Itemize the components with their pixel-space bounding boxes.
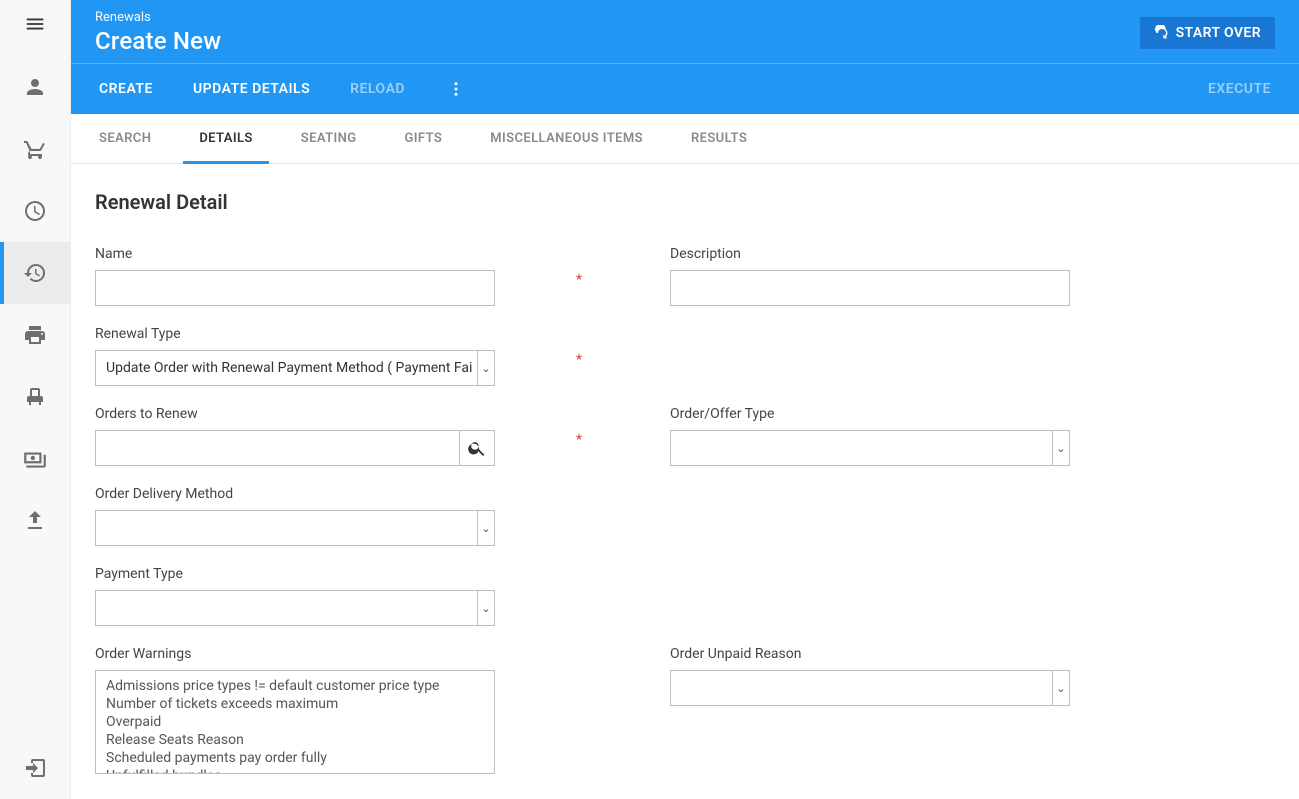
orders-to-renew-input[interactable] [95,430,459,466]
field-description: Description [670,246,1145,306]
menu-toggle[interactable] [0,0,70,48]
field-order-unpaid-reason: Order Unpaid Reason ⌄ [670,646,1145,774]
payments-icon [22,446,48,472]
tab-search[interactable]: SEARCH [95,114,155,163]
sidebar-item-pending[interactable] [0,180,70,242]
label-payment-type: Payment Type [95,566,570,582]
list-item[interactable]: Admissions price types != default custom… [96,677,494,695]
action-execute: EXECUTE [1204,73,1275,105]
tab-details[interactable]: DETAILS [195,114,256,163]
tab-misc[interactable]: MISCELLANEOUS ITEMS [486,114,647,163]
seat-icon [23,385,47,409]
action-update-details[interactable]: UPDATE DETAILS [189,73,314,105]
order-offer-type-select[interactable] [670,430,1070,466]
menu-icon [24,13,46,35]
list-item[interactable]: Release Seats Reason [96,731,494,749]
list-item[interactable]: Number of tickets exceeds maximum [96,695,494,713]
start-over-button[interactable]: START OVER [1140,17,1275,49]
breadcrumb: Renewals [95,10,221,25]
field-delivery-method: Order Delivery Method ⌄ [95,486,570,546]
action-reload: RELOAD [346,73,409,105]
form: Name * Description Renewal Type [95,246,1145,774]
name-input[interactable] [95,270,495,306]
sidebar-nav [0,56,70,552]
tab-results[interactable]: RESULTS [687,114,751,163]
orders-lookup-button[interactable] [459,430,495,466]
description-input[interactable] [670,270,1070,306]
more-actions-button[interactable] [441,74,471,104]
page-title: Create New [95,27,221,55]
label-description: Description [670,246,1145,262]
required-mark: * [576,352,582,368]
field-name: Name * [95,246,570,306]
search-icon [467,438,487,458]
list-item[interactable]: Unfulfilled bundles [96,767,494,774]
field-renewal-type: Renewal Type Update Order with Renewal P… [95,326,570,386]
field-order-warnings: Order Warnings Admissions price types !=… [95,646,570,774]
exit-icon [23,756,47,780]
field-payment-type: Payment Type ⌄ [95,566,570,626]
tab-seating[interactable]: SEATING [297,114,361,163]
required-mark: * [576,272,582,288]
subtabs: SEARCH DETAILS SEATING GIFTS MISCELLANEO… [71,114,1299,164]
header: Renewals Create New START OVER CREATE UP… [71,0,1299,114]
field-order-offer-type: Order/Offer Type ⌄ [670,406,1145,466]
sidebar [0,0,71,799]
sidebar-item-renewals[interactable] [0,242,70,304]
upload-icon [23,509,47,533]
sidebar-item-exit[interactable] [0,737,70,799]
clock-icon [23,199,47,223]
sidebar-item-print[interactable] [0,304,70,366]
required-mark: * [576,432,582,448]
history-icon [23,261,47,285]
main: Renewals Create New START OVER CREATE UP… [71,0,1299,799]
label-order-offer-type: Order/Offer Type [670,406,1145,422]
sidebar-item-account[interactable] [0,56,70,118]
label-delivery-method: Order Delivery Method [95,486,570,502]
field-orders-to-renew: Orders to Renew * [95,406,570,466]
print-icon [23,323,47,347]
label-renewal-type: Renewal Type [95,326,570,342]
action-create[interactable]: CREATE [95,73,157,105]
person-icon [23,75,47,99]
label-name: Name [95,246,570,262]
header-actions: CREATE UPDATE DETAILS RELOAD EXECUTE [71,64,1299,114]
sidebar-item-payments[interactable] [0,428,70,490]
label-order-unpaid-reason: Order Unpaid Reason [670,646,1145,662]
sidebar-item-cart[interactable] [0,118,70,180]
sidebar-item-upload[interactable] [0,490,70,552]
payment-type-select[interactable] [95,590,495,626]
tab-gifts[interactable]: GIFTS [401,114,447,163]
label-order-warnings: Order Warnings [95,646,570,662]
sidebar-item-seat[interactable] [0,366,70,428]
order-unpaid-reason-select[interactable] [670,670,1070,706]
refresh-icon [1154,25,1170,41]
start-over-label: START OVER [1176,25,1261,41]
cart-icon [23,137,47,161]
label-orders-to-renew: Orders to Renew [95,406,570,422]
list-item[interactable]: Overpaid [96,713,494,731]
order-warnings-multiselect[interactable]: Admissions price types != default custom… [95,670,495,774]
renewal-type-select[interactable]: Update Order with Renewal Payment Method… [95,350,495,386]
list-item[interactable]: Scheduled payments pay order fully [96,749,494,767]
content: Renewal Detail Name * Description [71,164,1299,799]
more-vert-icon [447,80,465,98]
section-title: Renewal Detail [95,190,1275,214]
delivery-method-select[interactable] [95,510,495,546]
